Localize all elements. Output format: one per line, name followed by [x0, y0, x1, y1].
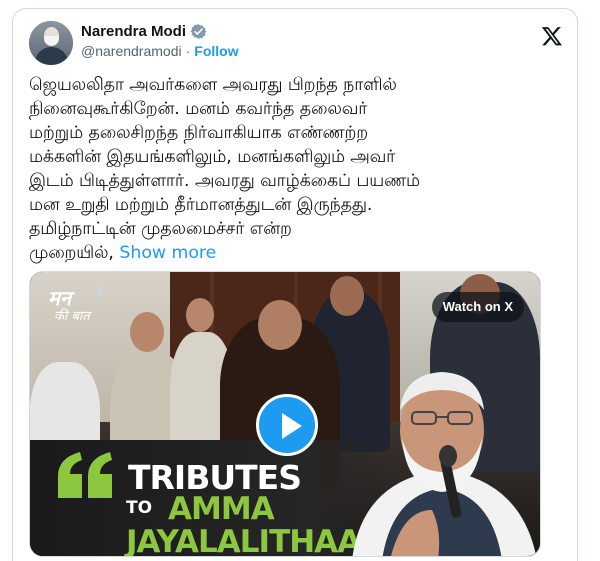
title-amma: AMMA: [168, 491, 275, 527]
tweet-line: மற்றும் தலைசிறந்த நிர்வாகியாக எண்ணற்ற: [29, 123, 369, 143]
speaker-portrait: [352, 372, 537, 556]
tweet-line: இடம் பிடித்துள்ளார். அவரது வாழ்க்கைப் பய…: [29, 171, 420, 191]
author-handle-row: @narendramodi · Follow: [81, 43, 239, 59]
tweet-header: Narendra Modi @narendramodi · Follow: [29, 21, 563, 67]
tweet-line: மன உறுதி மற்றும் தீர்மானத்துடன் இருந்தது…: [29, 195, 373, 215]
x-logo-icon[interactable]: [541, 25, 563, 47]
play-icon: [282, 413, 302, 439]
show-more-link[interactable]: Show more: [119, 243, 216, 263]
logo-text-line2: की बात: [54, 309, 90, 324]
tweet-line-last: முறையில், Show more: [29, 241, 559, 265]
follow-button[interactable]: Follow: [194, 43, 238, 59]
separator-dot: ·: [185, 43, 191, 59]
author-name[interactable]: Narendra Modi: [81, 23, 186, 40]
quote-icon: [58, 452, 112, 498]
verified-badge-icon: [190, 24, 207, 39]
author-handle[interactable]: @narendramodi: [81, 43, 182, 59]
tweet-line: மக்களின் இதயங்களிலும், மனங்களிலும் அவர்: [29, 147, 396, 167]
tweet-line-last-text: முறையில்,: [29, 243, 114, 263]
avatar[interactable]: [29, 21, 73, 65]
tweet-line: ஜெயலலிதா அவர்களை அவரது பிறந்த நாளில்: [29, 75, 397, 95]
watch-on-x-button[interactable]: Watch on X: [431, 292, 524, 322]
video-media[interactable]: मन की बात Watch on X TRIBUTES TO AMMA JA…: [29, 271, 541, 557]
tweet-text: ஜெயலலிதா அவர்களை அவரது பிறந்த நாளில் நின…: [29, 73, 559, 265]
author-name-row: Narendra Modi: [81, 23, 207, 40]
tweet-line: நினைவுகூர்கிறேன். மனம் கவர்ந்த தலைவர்: [29, 99, 368, 119]
tweet-line: தமிழ்நாட்டின் முதலமைச்சர் என்ற: [29, 219, 292, 239]
play-button[interactable]: [256, 394, 318, 456]
tweet-card: Narendra Modi @narendramodi · Follow ஜெய…: [12, 8, 578, 561]
title-to: TO: [126, 498, 153, 518]
